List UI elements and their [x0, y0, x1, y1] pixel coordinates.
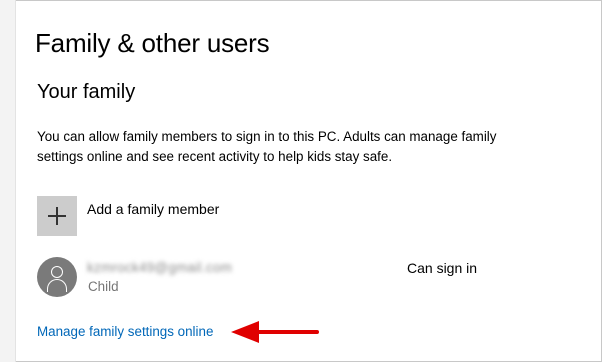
- family-member-row[interactable]: kzmrock49@gmail.com Child Can sign in: [37, 257, 497, 297]
- section-title-your-family: Your family: [37, 81, 136, 103]
- arrow-head: [231, 321, 259, 343]
- member-role: Child: [88, 279, 119, 294]
- avatar-shoulders: [47, 279, 67, 292]
- plus-icon: [48, 207, 66, 225]
- add-family-member-label: Add a family member: [87, 201, 220, 217]
- user-avatar-icon: [37, 257, 77, 297]
- add-family-member-button[interactable]: Add a family member: [37, 196, 219, 236]
- member-status: Can sign in: [407, 260, 478, 276]
- add-member-tile[interactable]: [37, 196, 77, 236]
- manage-family-settings-link[interactable]: Manage family settings online: [37, 324, 213, 339]
- page-title: Family & other users: [35, 28, 270, 58]
- window-left-edge: [0, 0, 16, 362]
- family-description: You can allow family members to sign in …: [37, 129, 497, 164]
- member-email: kzmrock49@gmail.com: [87, 260, 233, 275]
- avatar-head: [51, 266, 63, 278]
- red-arrow-annotation-icon: [231, 321, 319, 343]
